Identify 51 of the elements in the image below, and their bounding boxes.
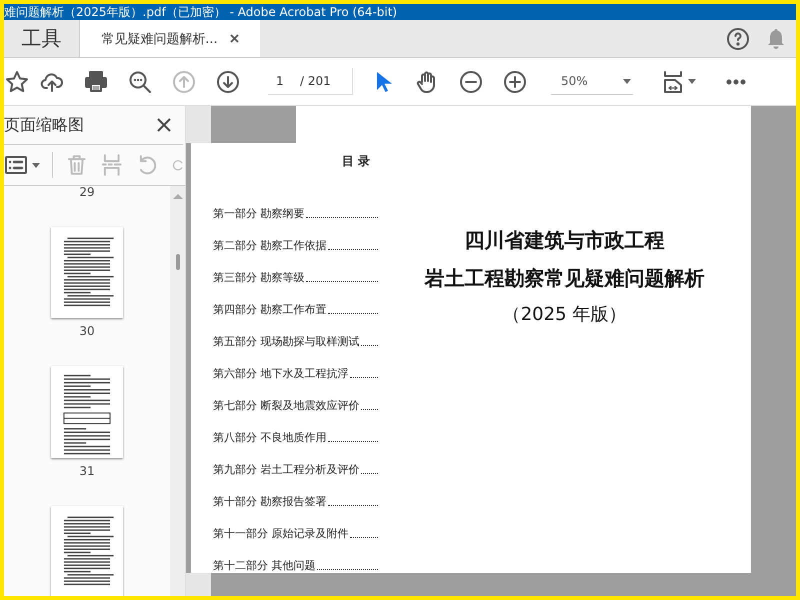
toc-entry: 第二部分 勘察工作依据 xyxy=(213,238,326,253)
panel-title: 页面缩略图 xyxy=(4,114,84,136)
page-count-label: / 201 xyxy=(300,74,331,88)
arrow-down-icon[interactable] xyxy=(216,70,240,94)
options-button[interactable] xyxy=(4,153,40,177)
toc-entry: 第七部分 断裂及地震效应评价 xyxy=(213,398,360,413)
leader-line xyxy=(360,344,378,346)
zoom-out-icon[interactable] xyxy=(459,70,483,94)
page-number-label: 31 xyxy=(79,464,95,478)
toc-entry: 第四部分 勘察工作布置 xyxy=(213,302,326,317)
toc-entry: 第一部分 勘察纲要 xyxy=(213,206,304,221)
toc-entry: 第五部分 现场勘探与取样测试 xyxy=(213,334,360,349)
zoom-in-icon[interactable] xyxy=(503,70,527,94)
toc-entry: 第十一部分 原始记录及附件 xyxy=(213,526,348,541)
list-icon xyxy=(4,153,28,177)
page-thumbnail[interactable] xyxy=(51,506,123,596)
help-icon[interactable] xyxy=(726,26,750,50)
edition-label: （2025 年版） xyxy=(502,302,626,327)
toc-entry: 第八部分 不良地质作用 xyxy=(213,430,326,445)
toc-entry: 第三部分 勘察等级 xyxy=(213,270,304,285)
page-number-label: 30 xyxy=(79,324,95,338)
document-tab[interactable]: 常见疑难问题解析... xyxy=(80,20,260,57)
leader-line xyxy=(316,568,378,570)
leader-line xyxy=(328,504,378,506)
leader-line xyxy=(328,440,378,442)
leader-line xyxy=(360,408,378,410)
star-icon[interactable] xyxy=(5,70,29,94)
leader-line xyxy=(360,472,378,474)
leader-line xyxy=(350,376,378,378)
zoom-dropdown[interactable]: 50% xyxy=(551,68,633,95)
document-title: 四川省建筑与市政工程 xyxy=(464,226,664,254)
print-icon[interactable] xyxy=(84,70,108,94)
page-number-label: 29 xyxy=(79,186,95,199)
toc-entry: 第九部分 岩土工程分析及评价 xyxy=(213,462,360,477)
leader-line xyxy=(350,536,378,538)
close-icon[interactable] xyxy=(157,118,171,132)
document-title: 岩土工程勘察常见疑难问题解析 xyxy=(424,264,704,292)
page-number-field[interactable]: 1 xyxy=(268,74,294,88)
close-icon[interactable] xyxy=(230,34,239,43)
leader-line xyxy=(328,312,378,314)
page-thumbnail[interactable] xyxy=(51,366,123,458)
toc-entry: 第十二部分 其他问题 xyxy=(213,558,316,573)
window-title: 难问题解析（2025年版）.pdf（已加密） - Adobe Acrobat Pro (64-bit) xyxy=(4,4,796,20)
zoom-search-icon[interactable] xyxy=(128,70,152,94)
toc-entry: 第十部分 勘察报告签署 xyxy=(213,494,326,509)
page-thumbnail[interactable] xyxy=(51,227,123,318)
toc-title: 目 录 xyxy=(340,152,371,170)
leader-line xyxy=(328,248,378,250)
fit-page-icon xyxy=(661,70,685,94)
toc-entry: 第六部分 地下水及工程抗浮 xyxy=(213,366,348,381)
fit-page-button[interactable] xyxy=(661,70,696,94)
